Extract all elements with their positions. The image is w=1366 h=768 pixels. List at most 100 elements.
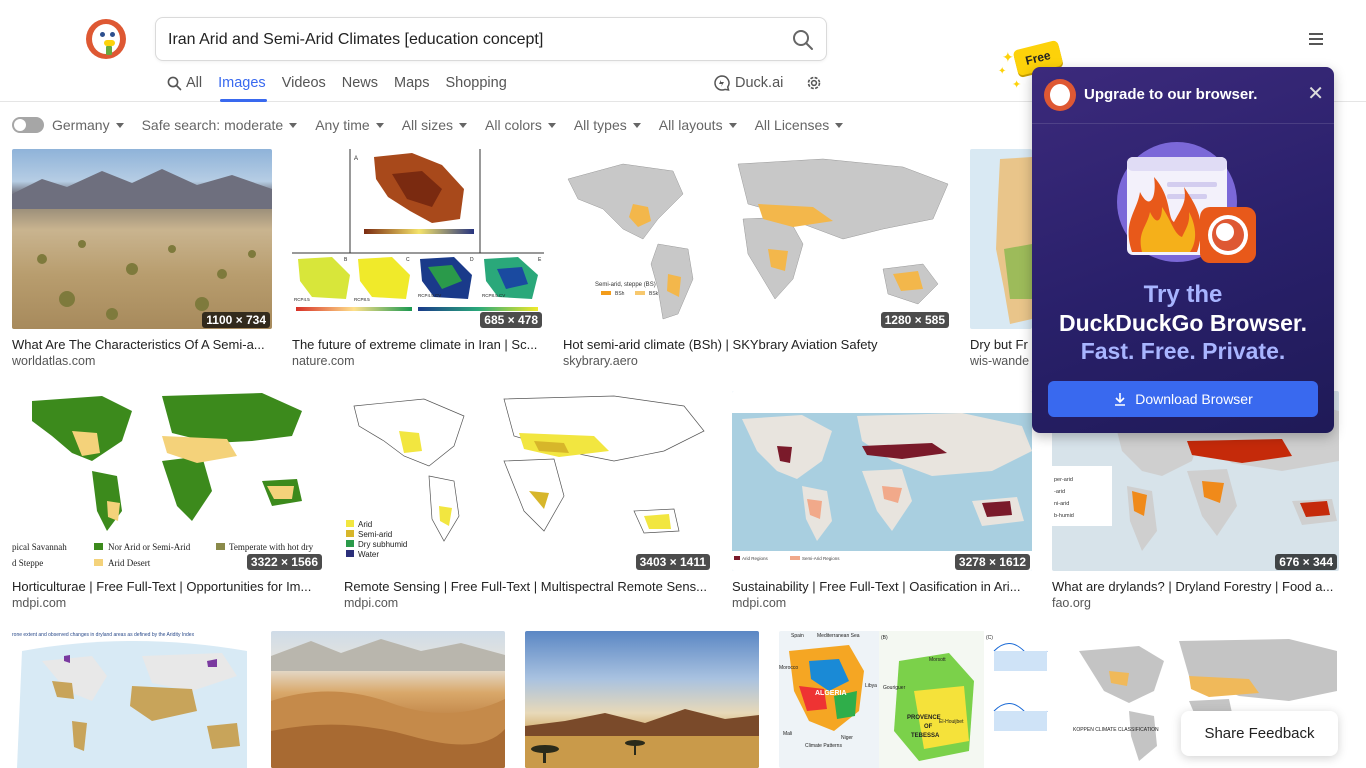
result-title[interactable]: Remote Sensing | Free Full-Text | Multis…	[344, 579, 712, 594]
legend-label: d Steppe	[12, 558, 43, 568]
image-result[interactable]: Arid Semi-arid Dry subhumid Water 3403 ×…	[344, 391, 712, 611]
legend-label: Temperate with hot dry	[229, 542, 314, 552]
map-label: OF	[924, 724, 933, 730]
tab-shopping[interactable]: Shopping	[446, 74, 507, 92]
image-result[interactable]: Dry but Fr wis-wande	[970, 149, 1032, 369]
share-feedback-button[interactable]: Share Feedback	[1181, 711, 1338, 756]
legend-label: pical Savannah	[12, 542, 67, 552]
result-title[interactable]: What Are The Characteristics Of A Semi-a…	[12, 337, 272, 352]
algeria-climate-map-illustration: Spain Mediterranean Sea Morocco ALGERIA …	[779, 631, 1049, 768]
result-thumbnail[interactable]: A B C D E RCP4.5 RCP8.5 RCP4.5 CV RCP8.5…	[292, 149, 544, 329]
active-tab-indicator	[220, 99, 267, 102]
filter-size[interactable]: All sizes	[402, 117, 468, 133]
filter-color[interactable]: All colors	[485, 117, 556, 133]
map-label: D	[470, 257, 474, 263]
result-thumbnail[interactable]	[525, 631, 759, 768]
image-result[interactable]: Semi-arid, steppe (BS) BSh BSk 1280 × 58…	[563, 149, 951, 369]
image-dimensions: 1100 × 734	[202, 312, 270, 328]
map-label: RCP4.5 CV	[418, 293, 441, 298]
chat-bubble-icon	[714, 75, 730, 91]
search-input[interactable]: Iran Arid and Semi-Arid Climates [educat…	[168, 31, 543, 49]
legend-swatch	[790, 556, 800, 560]
image-result[interactable]	[271, 631, 505, 768]
filter-layout[interactable]: All layouts	[659, 117, 737, 133]
search-icon[interactable]	[792, 29, 814, 51]
legend-swatch	[216, 543, 225, 550]
result-domain[interactable]: worldatlas.com	[12, 354, 95, 368]
search-tabs: All Images Videos News Maps Shopping	[167, 74, 523, 98]
result-thumbnail[interactable]	[970, 149, 1032, 329]
image-result[interactable]: rone extent and observed changes in dryl…	[12, 631, 251, 768]
result-thumbnail[interactable]: Arid Semi-arid Dry subhumid Water	[344, 391, 712, 571]
image-result[interactable]: pical Savannah d Steppe Nor Arid or Semi…	[12, 391, 324, 611]
chevron-down-icon	[632, 122, 641, 128]
promo-line-1: Try the	[1143, 281, 1223, 308]
tab-all[interactable]: All	[167, 74, 202, 92]
tab-maps[interactable]: Maps	[394, 74, 429, 92]
filter-region[interactable]: Germany	[52, 117, 124, 133]
result-thumbnail[interactable]	[271, 631, 505, 768]
tab-videos[interactable]: Videos	[282, 74, 326, 92]
sparkle-icon: ✦	[998, 66, 1007, 77]
image-result[interactable]: 1100 × 734 What Are The Characteristics …	[12, 149, 272, 369]
result-domain[interactable]: mdpi.com	[732, 596, 786, 610]
result-title[interactable]: Horticulturae | Free Full-Text | Opportu…	[12, 579, 324, 594]
download-browser-button[interactable]: Download Browser	[1048, 381, 1318, 417]
world-aridity-map-illustration: pical Savannah d Steppe Nor Arid or Semi…	[12, 393, 314, 568]
image-result[interactable]: Spain Mediterranean Sea Morocco ALGERIA …	[779, 631, 1049, 768]
result-domain[interactable]: nature.com	[292, 354, 355, 368]
result-title[interactable]: Dry but Fr	[970, 337, 1032, 352]
filter-bar: Germany Safe search: moderate Any time A…	[12, 116, 861, 134]
result-domain[interactable]: mdpi.com	[344, 596, 398, 610]
image-result[interactable]: A B C D E RCP4.5 RCP8.5 RCP4.5 CV RCP8.5…	[292, 149, 544, 369]
hamburger-menu-icon[interactable]	[1307, 31, 1325, 47]
result-domain[interactable]: mdpi.com	[12, 596, 66, 610]
legend-label: ni-arid	[1054, 501, 1069, 507]
result-thumbnail[interactable]: pical Savannah d Steppe Nor Arid or Semi…	[12, 391, 324, 571]
tab-label: Videos	[281, 75, 326, 91]
result-domain[interactable]: wis-wande	[970, 354, 1029, 368]
legend-swatch	[635, 291, 645, 295]
result-thumbnail[interactable]: Arid Regions Semi-Arid Regions	[732, 391, 1032, 571]
filter-label: Any time	[315, 117, 370, 133]
map-label: El-Houijbet	[939, 719, 964, 725]
map-label: Morocco	[779, 665, 798, 671]
map-label: RCP8.5 CV	[482, 293, 505, 298]
chevron-down-icon	[459, 122, 468, 128]
gear-icon[interactable]	[805, 74, 823, 92]
result-thumbnail[interactable]: Spain Mediterranean Sea Morocco ALGERIA …	[779, 631, 1049, 768]
tab-label: Maps	[394, 75, 430, 91]
legend-label: Water	[358, 550, 379, 559]
result-title[interactable]: The future of extreme climate in Iran | …	[292, 337, 544, 352]
result-domain[interactable]: fao.org	[1052, 596, 1091, 610]
result-domain[interactable]: skybrary.aero	[563, 354, 638, 368]
image-dimensions: 685 × 478	[480, 312, 542, 328]
duckduckgo-logo[interactable]	[86, 19, 126, 59]
tab-images[interactable]: Images	[218, 74, 266, 92]
result-title[interactable]: Sustainability | Free Full-Text | Oasifi…	[732, 579, 1032, 594]
image-result[interactable]	[525, 631, 759, 768]
result-thumbnail[interactable]: rone extent and observed changes in dryl…	[12, 631, 251, 768]
map-label: E	[538, 257, 542, 263]
region-toggle[interactable]	[12, 117, 44, 133]
filter-license[interactable]: All Licenses	[755, 117, 844, 133]
duckai-label: Duck.ai	[735, 75, 784, 91]
result-title[interactable]: Hot semi-arid climate (BSh) | SKYbrary A…	[563, 337, 951, 352]
map-label: Spain	[791, 633, 804, 639]
filter-label: All types	[573, 117, 627, 133]
legend-label: BSk	[649, 291, 659, 297]
filter-safe-search[interactable]: Safe search: moderate	[142, 117, 298, 133]
legend-swatch	[346, 550, 354, 557]
result-thumbnail[interactable]	[12, 149, 272, 329]
close-icon[interactable]: ✕	[1307, 84, 1324, 104]
filter-time[interactable]: Any time	[315, 117, 384, 133]
result-title[interactable]: What are drylands? | Dryland Forestry | …	[1052, 579, 1339, 594]
filter-type[interactable]: All types	[574, 117, 641, 133]
oasification-map-illustration: Arid Regions Semi-Arid Regions	[732, 391, 1032, 571]
desert-scene-illustration	[12, 169, 272, 320]
search-box[interactable]: Iran Arid and Semi-Arid Climates [educat…	[155, 17, 827, 61]
result-thumbnail[interactable]: Semi-arid, steppe (BS) BSh BSk	[563, 149, 951, 329]
image-result[interactable]: Arid Regions Semi-Arid Regions 3278 × 16…	[732, 391, 1032, 611]
tab-news[interactable]: News	[342, 74, 378, 92]
duckai-link[interactable]: Duck.ai	[713, 74, 783, 92]
